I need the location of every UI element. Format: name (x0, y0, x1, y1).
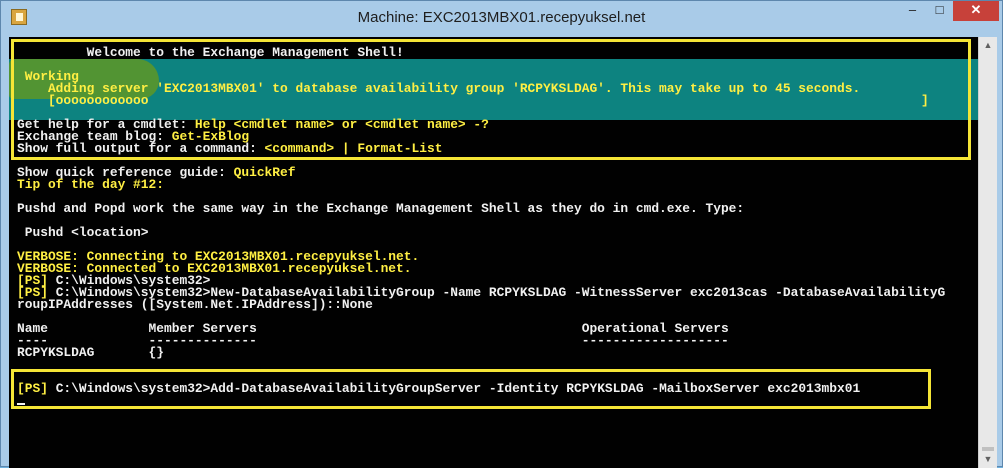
window-title: Machine: EXC2013MBX01.recepyuksel.net (357, 9, 646, 26)
table-row: RCPYKSLDAG {} (17, 345, 164, 360)
maximize-icon: □ (935, 2, 944, 17)
minimize-button[interactable]: – (899, 1, 926, 21)
highlight-box-command (11, 369, 931, 409)
close-button[interactable]: ✕ (953, 1, 999, 21)
quickref-value: QuickRef (233, 165, 296, 180)
minimize-icon: – (908, 2, 917, 17)
command-wrap: roupIPAddresses ([System.Net.IPAddress])… (17, 297, 373, 312)
close-icon: ✕ (970, 2, 982, 17)
shell-window: Machine: EXC2013MBX01.recepyuksel.net – … (0, 0, 1003, 468)
tip-text: Pushd and Popd work the same way in the … (17, 201, 745, 216)
console-output[interactable]: Welcome to the Exchange Management Shell… (9, 37, 978, 468)
title-bar[interactable]: Machine: EXC2013MBX01.recepyuksel.net – … (1, 1, 1002, 35)
tip-title: Tip of the day #12: (17, 177, 164, 192)
maximize-button[interactable]: □ (926, 1, 953, 21)
scroll-down-arrow-icon[interactable]: ▼ (979, 451, 997, 468)
highlight-box-progress (11, 39, 971, 160)
scroll-up-arrow-icon[interactable]: ▲ (979, 37, 997, 54)
vertical-scrollbar[interactable]: ▲ ▼ (978, 37, 997, 468)
tip-example: Pushd <location> (17, 225, 149, 240)
